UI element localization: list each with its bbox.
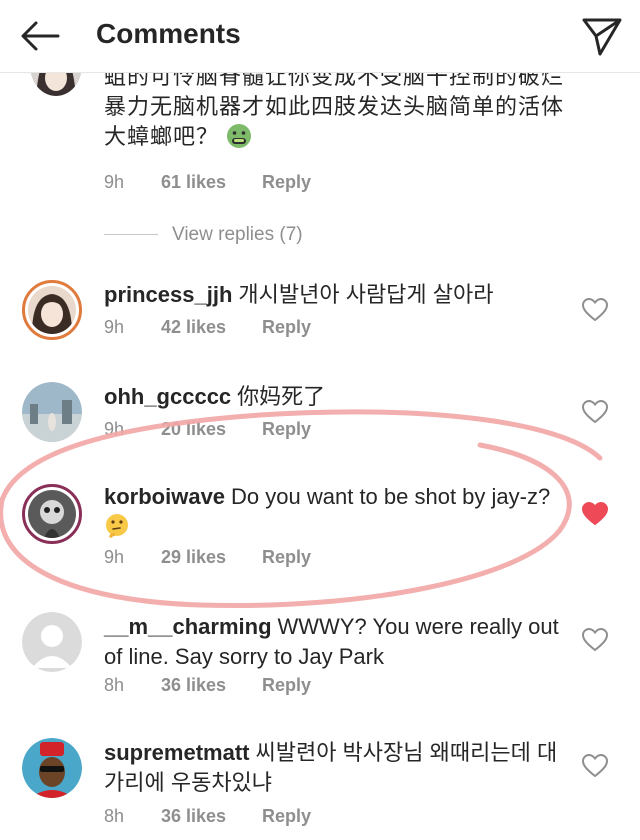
comment-time: 9h — [104, 172, 125, 192]
heart-outline-icon[interactable] — [582, 298, 608, 322]
comment-username[interactable]: supremetmatt — [104, 740, 249, 765]
thinking-face-icon — [106, 514, 128, 538]
avatar[interactable] — [22, 280, 82, 340]
avatar[interactable] — [22, 382, 82, 442]
heart-outline-icon[interactable] — [582, 754, 608, 778]
comment-meta: 9h 29 likes Reply — [104, 547, 311, 568]
view-replies-button[interactable]: View replies (7) — [104, 224, 303, 246]
comment-time: 9h — [104, 317, 125, 337]
comment-meta: 9h 20 likes Reply — [104, 419, 311, 440]
comment-text: 개시발년아 사람답게 살아라 — [238, 282, 494, 307]
comment-time: 9h — [104, 547, 125, 567]
heart-filled-icon[interactable] — [582, 502, 608, 526]
reply-button[interactable]: Reply — [262, 547, 311, 568]
reply-button[interactable]: Reply — [262, 317, 311, 338]
comment-likes[interactable]: 36 likes — [161, 675, 257, 696]
comment-text: Do you want to be shot by jay-z? — [231, 484, 551, 509]
comment-meta: 8h 36 likes Reply — [104, 806, 311, 827]
reply-button[interactable]: Reply — [262, 806, 311, 827]
comment-username[interactable]: korboiwave — [104, 484, 225, 509]
arrow-left-icon[interactable] — [18, 18, 62, 54]
comment-likes[interactable]: 29 likes — [161, 547, 257, 568]
comment-meta: 8h 36 likes Reply — [104, 675, 311, 696]
comment-time: 8h — [104, 806, 125, 826]
comment-likes[interactable]: 36 likes — [161, 806, 257, 827]
heart-outline-icon[interactable] — [582, 628, 608, 652]
paper-plane-icon[interactable] — [580, 14, 624, 58]
view-replies-label: View replies (7) — [172, 224, 303, 245]
avatar[interactable] — [22, 612, 82, 672]
comment-username[interactable]: princess_jjh — [104, 282, 232, 307]
reply-button[interactable]: Reply — [262, 172, 311, 193]
avatar[interactable] — [22, 738, 82, 798]
reply-button[interactable]: Reply — [262, 419, 311, 440]
heart-outline-icon[interactable] — [582, 400, 608, 424]
page-title: Comments — [96, 18, 241, 49]
comment-username[interactable]: __m__charming — [104, 614, 272, 639]
comment-time: 8h — [104, 675, 125, 695]
comment-meta: 9h 61 likes Reply — [104, 172, 311, 193]
comment-meta: 9h 42 likes Reply — [104, 317, 311, 338]
vomiting-face-icon — [227, 124, 252, 148]
reply-button[interactable]: Reply — [262, 675, 311, 696]
comment-text: 你妈死了 — [237, 384, 326, 409]
avatar[interactable] — [22, 484, 82, 544]
divider-line — [104, 234, 158, 236]
header-bar: Comments — [0, 0, 640, 73]
comment-text: 蛆的可怜脑脊髓让你变成不受脑干控制的破烂暴力无脑机器才如此四肢发达头脑简单的活体… — [104, 64, 565, 149]
comment-likes[interactable]: 20 likes — [161, 419, 257, 440]
comment-likes[interactable]: 42 likes — [161, 317, 257, 338]
comment-likes[interactable]: 61 likes — [161, 172, 257, 193]
comment-username[interactable]: ohh_gccccc — [104, 384, 231, 409]
comment-time: 9h — [104, 419, 125, 439]
